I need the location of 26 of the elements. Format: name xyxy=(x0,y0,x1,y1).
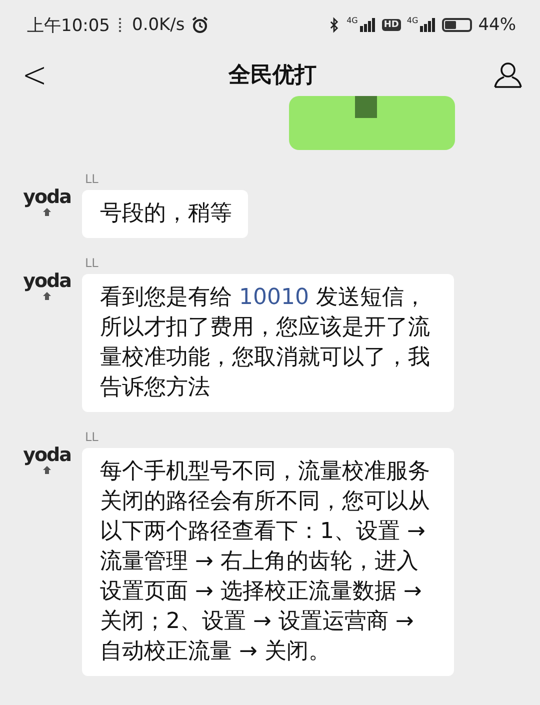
emblem-icon xyxy=(43,292,51,300)
message-bubble: 号段的，稍等 xyxy=(82,190,248,238)
signal-icon xyxy=(358,17,376,33)
signal-icon xyxy=(419,17,436,33)
hd-badge: HD xyxy=(382,19,401,31)
avatar-logo: yoda xyxy=(23,270,71,292)
sender-name: LL xyxy=(85,256,100,270)
sender-name: LL xyxy=(85,430,100,444)
message-bubble: 每个手机型号不同，流量校准服务关闭的路径会有所不同，您可以从以下两个路径查看下：1、设置 → 流量管理 → 右上角的齿轮，进入设置页面 → 选择校正流量数据 → 关闭；2、设置 → 设置运营商 → 自动校正流量 → 关闭。 xyxy=(82,448,454,676)
sender-name: LL xyxy=(85,172,100,186)
network-speed: 0.0K/s xyxy=(132,15,185,35)
message-bubble: 看到您是有给 10010 发送短信，所以才扣了费用，您应该是开了流量校准功能，您取消就可以了，我告诉您方法 xyxy=(82,274,454,412)
profile-icon[interactable] xyxy=(494,62,522,88)
avatar-logo: yoda xyxy=(23,444,71,466)
network-type: 4G xyxy=(346,17,358,25)
battery-icon xyxy=(442,18,472,32)
emblem-icon xyxy=(43,466,51,474)
battery-percent: 44% xyxy=(478,15,516,35)
clock-time: 上午10:05 xyxy=(27,14,110,36)
network-type: 4G xyxy=(406,17,418,25)
back-button[interactable]: < xyxy=(18,54,52,96)
chat-title: 全民优打 xyxy=(227,62,318,90)
avatar-logo: yoda xyxy=(23,186,71,208)
phone-number-link[interactable]: 10010 xyxy=(239,285,309,310)
emblem-icon xyxy=(43,208,51,216)
alarm-clock-icon xyxy=(190,16,209,34)
